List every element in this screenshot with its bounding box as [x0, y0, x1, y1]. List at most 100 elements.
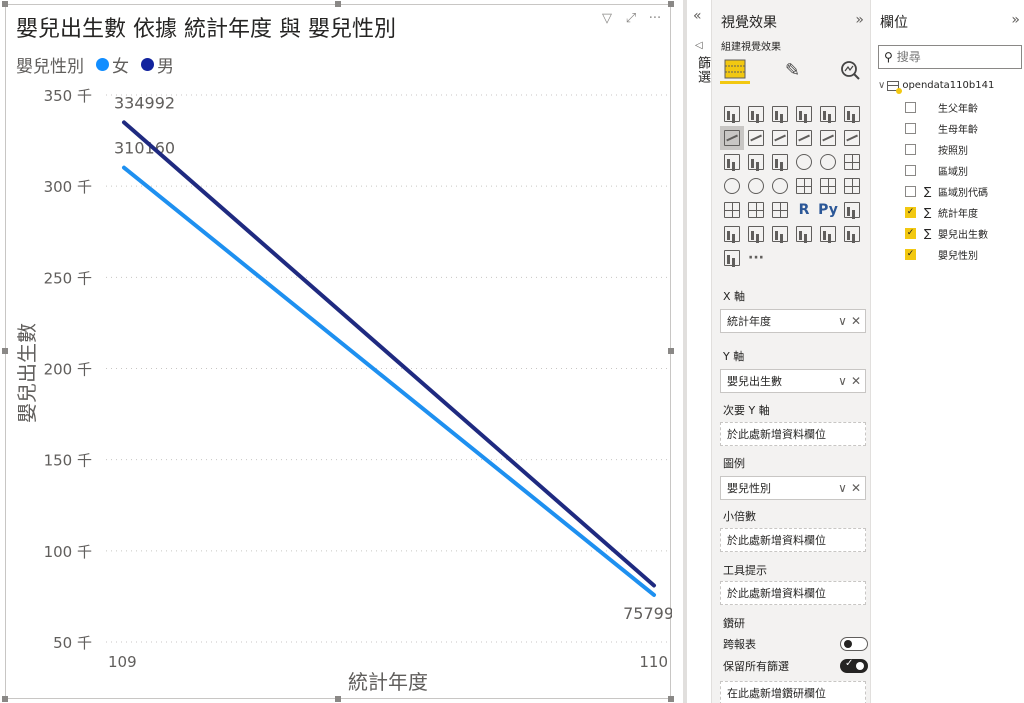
viz-type-smart-narrative-icon[interactable]	[768, 222, 792, 246]
tooltips-label: 工具提示	[723, 564, 767, 577]
resize-handle[interactable]	[668, 1, 674, 7]
field-checkbox[interactable]: ✓	[905, 227, 916, 239]
field-checkbox[interactable]: ✓	[905, 206, 916, 218]
collapse-visualizations-icon[interactable]: »	[855, 12, 864, 28]
viz-type-decomposition-tree-icon[interactable]	[720, 222, 744, 246]
viz-type-pie-icon[interactable]	[792, 150, 816, 174]
chevron-down-icon[interactable]: ∨	[838, 481, 847, 495]
table-node[interactable]: ∨ opendata110b141	[878, 80, 994, 94]
expand-filters-icon[interactable]: «	[693, 8, 702, 24]
tab-analytics[interactable]	[835, 56, 865, 84]
viz-type-area-icon[interactable]	[744, 126, 768, 150]
field-row[interactable]: ✓ ∑ 統計年度	[905, 203, 1023, 221]
viz-type-paginated-report-icon[interactable]	[792, 222, 816, 246]
viz-type-power-automate-icon[interactable]	[840, 222, 864, 246]
cross-report-toggle[interactable]	[840, 637, 868, 651]
search-input[interactable]	[896, 50, 1007, 64]
viz-type-table-icon[interactable]	[744, 198, 768, 222]
viz-type-power-apps-icon[interactable]	[816, 222, 840, 246]
viz-type-slicer-icon[interactable]	[720, 198, 744, 222]
viz-type-clustered-bar-icon[interactable]	[768, 102, 792, 126]
viz-type-gauge-icon[interactable]	[768, 174, 792, 198]
viz-type-matrix-icon[interactable]	[768, 198, 792, 222]
viz-type-ribbon-icon[interactable]	[840, 126, 864, 150]
field-row[interactable]: ✓ 嬰兒性別	[905, 245, 1023, 263]
viz-type-clustered-column-icon[interactable]	[792, 102, 816, 126]
resize-handle[interactable]	[668, 348, 674, 354]
small-multiples-well[interactable]: 於此處新增資料欄位	[720, 528, 866, 552]
filters-label[interactable]: 篩選	[693, 56, 712, 84]
legend-well-label: 圖例	[723, 457, 745, 470]
viz-type-stacked-area-icon[interactable]	[768, 126, 792, 150]
viz-glyph	[796, 106, 812, 122]
field-checkbox[interactable]	[905, 143, 916, 155]
resize-handle[interactable]	[335, 696, 341, 702]
close-icon[interactable]: ✕	[851, 481, 861, 495]
resize-handle[interactable]	[668, 696, 674, 702]
viz-type-key-influencers-icon[interactable]	[840, 198, 864, 222]
chevron-down-icon[interactable]: ∨	[878, 80, 885, 91]
resize-handle[interactable]	[2, 696, 8, 702]
cross-report-label: 跨報表	[723, 638, 756, 651]
viz-type-waterfall-icon[interactable]	[720, 150, 744, 174]
viz-type-stacked-bar-icon[interactable]	[720, 102, 744, 126]
viz-type---icon[interactable]: ···	[744, 246, 768, 270]
tab-build-visual[interactable]	[720, 56, 750, 84]
viz-glyph	[748, 226, 764, 242]
keep-filters-toggle[interactable]: ✓	[840, 658, 868, 673]
viz-type-100-stacked-bar-icon[interactable]	[816, 102, 840, 126]
search-box[interactable]: ⚲	[878, 45, 1022, 69]
chevron-down-icon[interactable]: ∨	[838, 374, 847, 388]
viz-type-line-and-stacked-column-icon[interactable]	[792, 126, 816, 150]
viz-type-scatter-icon[interactable]	[768, 150, 792, 174]
viz-type-card-icon[interactable]	[792, 174, 816, 198]
viz-type-line-and-clustered-column-icon[interactable]	[816, 126, 840, 150]
field-checkbox[interactable]	[905, 122, 916, 134]
field-row[interactable]: 按照別	[905, 140, 1023, 158]
field-row[interactable]: 生父年齡	[905, 98, 1023, 116]
field-row[interactable]: 生母年齡	[905, 119, 1023, 137]
y-axis-well[interactable]: 嬰兒出生數 ∨ ✕	[720, 369, 866, 393]
secondary-y-axis-well[interactable]: 於此處新增資料欄位	[720, 422, 866, 446]
viz-glyph	[820, 130, 836, 146]
close-icon[interactable]: ✕	[851, 314, 861, 328]
collapse-fields-icon[interactable]: »	[1011, 12, 1020, 28]
viz-type-get-more-visuals-icon[interactable]	[720, 246, 744, 270]
field-checkbox[interactable]	[905, 164, 916, 176]
viz-glyph	[820, 106, 836, 122]
filters-pane-collapsed[interactable]: « ◁ 篩選	[687, 0, 712, 703]
viz-type-treemap-icon[interactable]	[840, 150, 864, 174]
viz-type-kpi-icon[interactable]	[840, 174, 864, 198]
resize-handle[interactable]	[2, 1, 8, 7]
field-row[interactable]: ∑ 區域別代碼	[905, 182, 1023, 200]
field-checkbox[interactable]	[905, 185, 916, 197]
legend-well[interactable]: 嬰兒性別 ∨ ✕	[720, 476, 866, 500]
viz-type-multi-row-card-icon[interactable]	[816, 174, 840, 198]
viz-type-py-icon[interactable]: Py	[816, 198, 840, 222]
viz-glyph	[748, 106, 764, 122]
tooltips-well[interactable]: 於此處新增資料欄位	[720, 581, 866, 605]
viz-type-100-stacked-column-icon[interactable]	[840, 102, 864, 126]
viz-type-filled-map-icon[interactable]	[744, 174, 768, 198]
viz-type-donut-icon[interactable]	[816, 150, 840, 174]
viz-type-line-icon[interactable]	[720, 126, 744, 150]
field-checkbox[interactable]	[905, 101, 916, 113]
viz-type-stacked-column-icon[interactable]	[744, 102, 768, 126]
data-label: 75799	[623, 604, 672, 623]
small-multiples-label: 小倍數	[723, 510, 756, 523]
viz-type-map-icon[interactable]	[720, 174, 744, 198]
viz-type-funnel-icon[interactable]	[744, 150, 768, 174]
x-axis-well[interactable]: 統計年度 ∨ ✕	[720, 309, 866, 333]
field-checkbox[interactable]: ✓	[905, 248, 916, 260]
resize-handle[interactable]	[2, 348, 8, 354]
viz-type-qa-icon[interactable]	[744, 222, 768, 246]
field-row[interactable]: ✓ ∑ 嬰兒出生數	[905, 224, 1023, 242]
viz-type-r-icon[interactable]: R	[792, 198, 816, 222]
close-icon[interactable]: ✕	[851, 374, 861, 388]
drillthrough-well[interactable]: 在此處新增鑽研欄位	[720, 681, 866, 703]
tab-format-visual[interactable]: ✎	[778, 56, 808, 84]
field-row[interactable]: 區域別	[905, 161, 1023, 179]
resize-handle[interactable]	[335, 1, 341, 7]
chevron-down-icon[interactable]: ∨	[838, 314, 847, 328]
line-chart-visual[interactable]: 嬰兒出生數 依據 統計年度 與 嬰兒性別 ▽ ⤢ ··· 嬰兒性別 女 男 50…	[5, 4, 672, 699]
